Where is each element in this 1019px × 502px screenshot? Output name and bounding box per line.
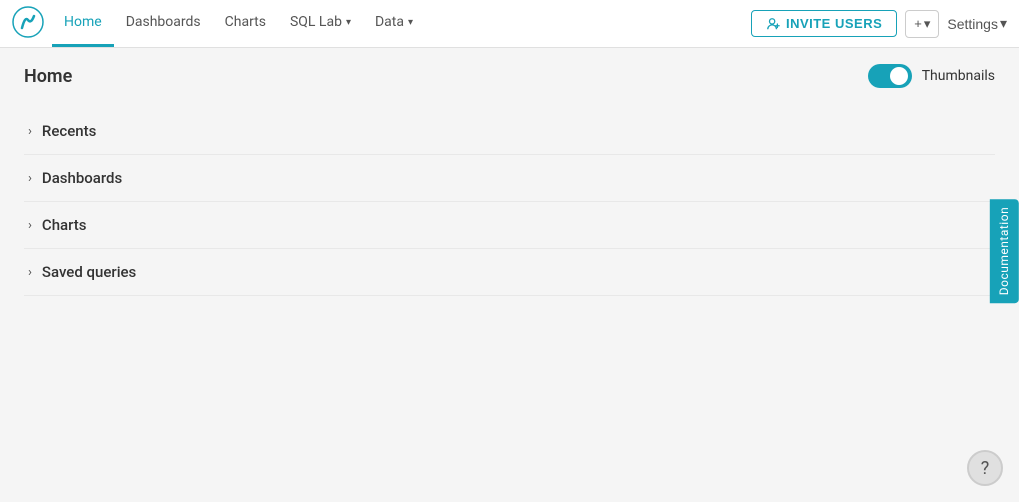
nav-right: INVITE USERS + ▾ Settings ▾ [751,10,1007,38]
documentation-sidebar: Documentation [990,199,1019,303]
section-saved-queries-header[interactable]: › Saved queries [24,249,995,295]
nav-charts-label: Charts [225,14,266,30]
help-icon: ? [981,458,990,479]
page-title: Home [24,66,72,87]
main-content: Home Thumbnails › Recents › Dashboards › [0,48,1019,502]
navbar: Home Dashboards Charts SQL Lab ▾ Data ▾ … [0,0,1019,48]
section-dashboards: › Dashboards [24,155,995,202]
recents-title: Recents [42,122,96,140]
nav-item-data[interactable]: Data ▾ [363,0,425,47]
nav-home-label: Home [64,14,102,30]
charts-title: Charts [42,216,87,234]
plus-dropdown-arrow: ▾ [924,16,931,32]
dashboards-chevron-icon: › [28,171,32,186]
nav-data-label: Data [375,14,404,30]
saved-queries-chevron-icon: › [28,265,32,280]
dashboards-title: Dashboards [42,169,122,187]
plus-label: + [914,16,922,31]
thumbnails-toggle[interactable] [868,64,912,88]
section-saved-queries: › Saved queries [24,249,995,296]
invite-users-button[interactable]: INVITE USERS [751,10,897,37]
section-dashboards-header[interactable]: › Dashboards [24,155,995,201]
sections-list: › Recents › Dashboards › Charts › Saved … [24,108,995,296]
section-charts-header[interactable]: › Charts [24,202,995,248]
section-charts: › Charts [24,202,995,249]
plus-button[interactable]: + ▾ [905,10,939,38]
data-dropdown-arrow: ▾ [408,17,413,28]
sqllab-dropdown-arrow: ▾ [346,17,351,28]
nav-sqllab-label: SQL Lab [290,14,342,30]
documentation-label: Documentation [997,207,1011,295]
nav-items: Home Dashboards Charts SQL Lab ▾ Data ▾ [52,0,751,47]
nav-dashboards-label: Dashboards [126,14,201,30]
settings-button[interactable]: Settings ▾ [947,15,1007,32]
section-recents-header[interactable]: › Recents [24,108,995,154]
settings-dropdown-arrow: ▾ [1000,15,1007,32]
logo[interactable] [12,6,52,42]
charts-chevron-icon: › [28,218,32,233]
invite-users-label: INVITE USERS [786,16,882,31]
settings-label: Settings [947,16,998,32]
thumbnails-label: Thumbnails [922,68,995,84]
nav-item-home[interactable]: Home [52,0,114,47]
saved-queries-title: Saved queries [42,263,136,281]
help-button[interactable]: ? [967,450,1003,486]
toggle-slider [868,64,912,88]
nav-item-dashboards[interactable]: Dashboards [114,0,213,47]
thumbnails-toggle-group: Thumbnails [868,64,995,88]
nav-item-sqllab[interactable]: SQL Lab ▾ [278,0,363,47]
nav-item-charts[interactable]: Charts [213,0,278,47]
documentation-tab[interactable]: Documentation [990,199,1019,303]
page-header: Home Thumbnails [24,64,995,88]
section-recents: › Recents [24,108,995,155]
recents-chevron-icon: › [28,124,32,139]
invite-icon [766,17,780,31]
